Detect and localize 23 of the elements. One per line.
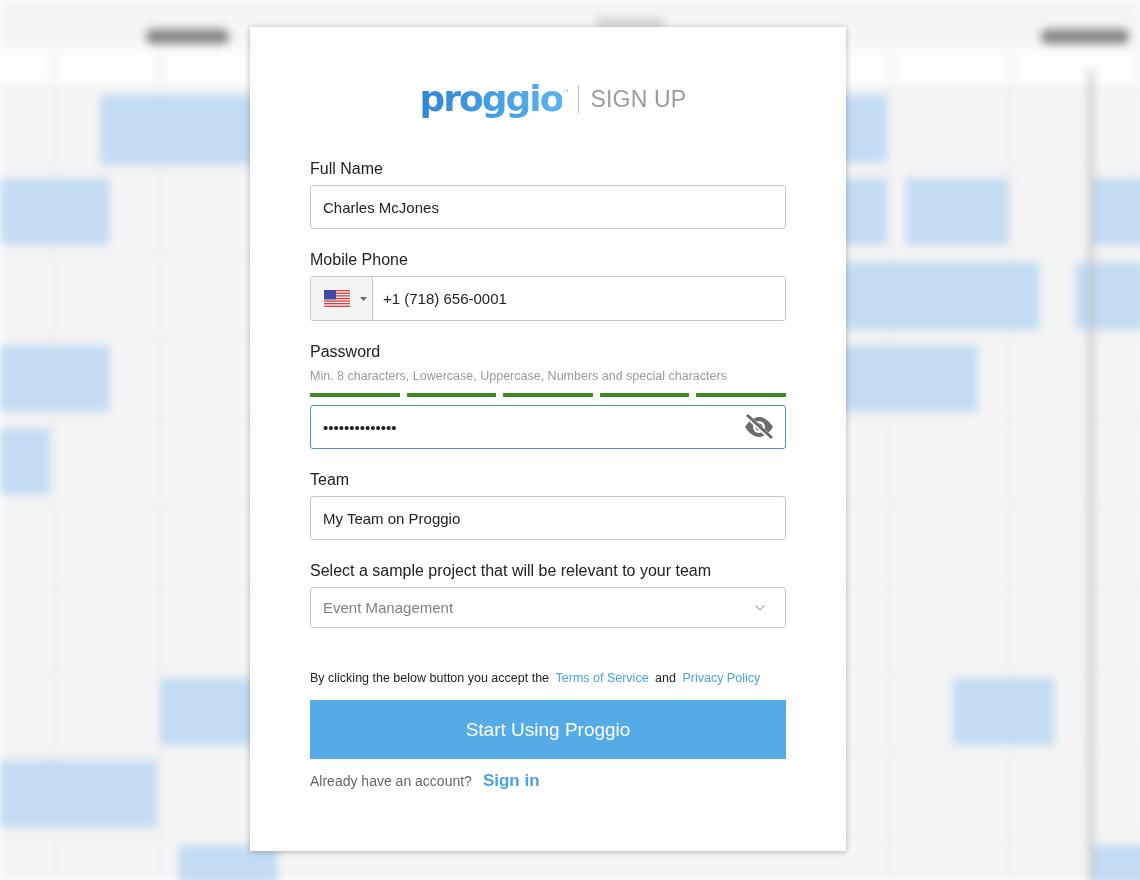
text-input-field[interactable]: My Team on Proggio	[310, 496, 786, 540]
us-flag-icon	[324, 289, 350, 308]
field-label: Select a sample project that will be relevant to your team	[310, 561, 713, 581]
phone-input-field[interactable]: +1 (718) 656-0001	[310, 276, 786, 321]
field-label: Mobile Phone	[310, 250, 409, 270]
caret-down-icon	[360, 296, 367, 301]
field-label: Full Name	[310, 159, 384, 179]
account-prompt: Already have an account?	[310, 773, 472, 789]
start-using-button[interactable]: Start Using Proggio	[310, 700, 786, 759]
field-label: Team	[310, 470, 351, 490]
eye-slash-icon[interactable]	[743, 414, 775, 440]
sign-in-link[interactable]: Sign in	[482, 771, 540, 791]
terms-notice: By clicking the below button you accept the Terms of Service and Privacy Policy	[310, 670, 762, 686]
terms-of-service-link[interactable]: Terms of Service	[555, 671, 649, 685]
privacy-policy-link[interactable]: Privacy Policy	[682, 671, 761, 685]
project-select[interactable]: Event Management	[310, 587, 786, 628]
country-code-select[interactable]	[311, 277, 373, 320]
chevron-down-icon	[755, 604, 765, 611]
text-input-field[interactable]: Charles McJones	[310, 185, 786, 229]
field-label: Password	[310, 342, 382, 362]
page-heading: SIGN UP	[590, 85, 687, 113]
password-hint: Min. 8 characters, Lowercase, Uppercase, Numbers and special characters	[310, 368, 728, 384]
password-input-field[interactable]: ••••••••••••••	[310, 405, 786, 449]
